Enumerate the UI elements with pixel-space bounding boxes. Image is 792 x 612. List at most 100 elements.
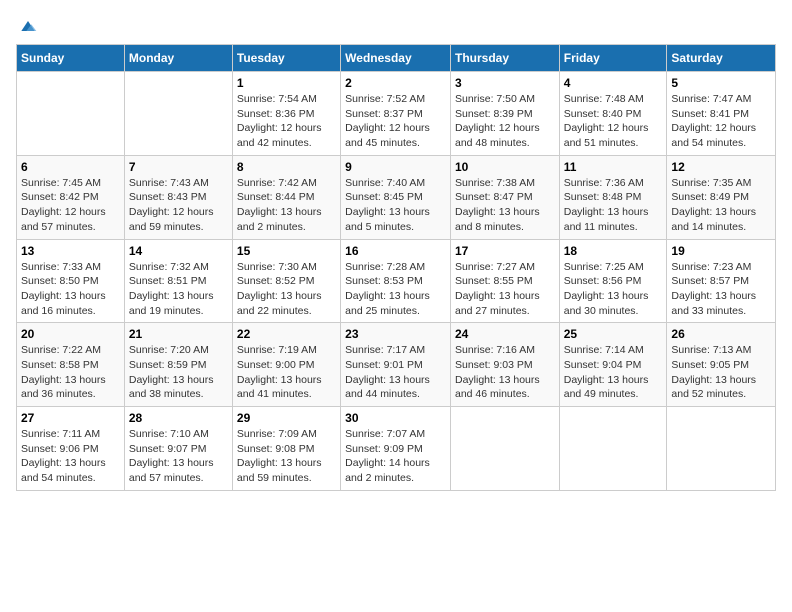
day-number: 29 — [237, 411, 336, 425]
calendar-cell: 9 Sunrise: 7:40 AMSunset: 8:45 PMDaylight… — [341, 155, 451, 239]
day-info: Sunrise: 7:32 AMSunset: 8:51 PMDaylight:… — [129, 260, 228, 319]
day-header-monday: Monday — [124, 45, 232, 72]
day-number: 13 — [21, 244, 120, 258]
day-number: 5 — [671, 76, 771, 90]
day-number: 12 — [671, 160, 771, 174]
day-header-thursday: Thursday — [450, 45, 559, 72]
calendar-cell: 12 Sunrise: 7:35 AMSunset: 8:49 PMDayligh… — [667, 155, 776, 239]
calendar-cell: 4 Sunrise: 7:48 AMSunset: 8:40 PMDaylight… — [559, 72, 667, 156]
day-info: Sunrise: 7:27 AMSunset: 8:55 PMDaylight:… — [455, 260, 555, 319]
calendar-cell: 2 Sunrise: 7:52 AMSunset: 8:37 PMDaylight… — [341, 72, 451, 156]
day-number: 10 — [455, 160, 555, 174]
calendar-cell: 15Sunrise: 7:30 AMSunset: 8:52 PMDayligh… — [232, 239, 340, 323]
calendar-cell: 18Sunrise: 7:25 AMSunset: 8:56 PMDayligh… — [559, 239, 667, 323]
calendar-cell: 19 Sunrise: 7:23 AMSunset: 8:57 PMDayligh… — [667, 239, 776, 323]
calendar-cell: 16 Sunrise: 7:28 AMSunset: 8:53 PMDayligh… — [341, 239, 451, 323]
day-info: Sunrise: 7:10 AMSunset: 9:07 PMDaylight:… — [129, 427, 228, 486]
day-info: Sunrise: 7:23 AMSunset: 8:57 PMDaylight:… — [671, 260, 771, 319]
calendar-cell: 13 Sunrise: 7:33 AMSunset: 8:50 PMDayligh… — [17, 239, 125, 323]
calendar-cell — [17, 72, 125, 156]
day-number: 16 — [345, 244, 446, 258]
day-number: 26 — [671, 327, 771, 341]
day-number: 2 — [345, 76, 446, 90]
day-number: 9 — [345, 160, 446, 174]
calendar-cell: 23Sunrise: 7:17 AMSunset: 9:01 PMDayligh… — [341, 323, 451, 407]
calendar-cell: 20 Sunrise: 7:22 AMSunset: 8:58 PMDayligh… — [17, 323, 125, 407]
calendar-cell: 14 Sunrise: 7:32 AMSunset: 8:51 PMDayligh… — [124, 239, 232, 323]
day-info: Sunrise: 7:43 AMSunset: 8:43 PMDaylight:… — [129, 176, 228, 235]
day-info: Sunrise: 7:40 AMSunset: 8:45 PMDaylight:… — [345, 176, 446, 235]
calendar-body: 1 Sunrise: 7:54 AMSunset: 8:36 PMDaylight… — [17, 72, 776, 491]
calendar-table: SundayMondayTuesdayWednesdayThursdayFrid… — [16, 44, 776, 491]
day-info: Sunrise: 7:35 AMSunset: 8:49 PMDaylight:… — [671, 176, 771, 235]
calendar-cell: 22 Sunrise: 7:19 AMSunset: 9:00 PMDayligh… — [232, 323, 340, 407]
calendar-week-2: 6 Sunrise: 7:45 AMSunset: 8:42 PMDaylight… — [17, 155, 776, 239]
day-info: Sunrise: 7:28 AMSunset: 8:53 PMDaylight:… — [345, 260, 446, 319]
day-info: Sunrise: 7:45 AMSunset: 8:42 PMDaylight:… — [21, 176, 120, 235]
day-number: 4 — [564, 76, 663, 90]
day-info: Sunrise: 7:17 AMSunset: 9:01 PMDaylight:… — [345, 343, 446, 402]
day-info: Sunrise: 7:19 AMSunset: 9:00 PMDaylight:… — [237, 343, 336, 402]
day-header-saturday: Saturday — [667, 45, 776, 72]
day-info: Sunrise: 7:52 AMSunset: 8:37 PMDaylight:… — [345, 92, 446, 151]
day-info: Sunrise: 7:38 AMSunset: 8:47 PMDaylight:… — [455, 176, 555, 235]
day-header-friday: Friday — [559, 45, 667, 72]
calendar-cell: 1 Sunrise: 7:54 AMSunset: 8:36 PMDaylight… — [232, 72, 340, 156]
day-info: Sunrise: 7:36 AMSunset: 8:48 PMDaylight:… — [564, 176, 663, 235]
day-number: 22 — [237, 327, 336, 341]
day-info: Sunrise: 7:30 AMSunset: 8:52 PMDaylight:… — [237, 260, 336, 319]
day-header-sunday: Sunday — [17, 45, 125, 72]
logo-icon — [18, 16, 38, 36]
day-info: Sunrise: 7:50 AMSunset: 8:39 PMDaylight:… — [455, 92, 555, 151]
calendar-cell: 24Sunrise: 7:16 AMSunset: 9:03 PMDayligh… — [450, 323, 559, 407]
calendar-cell: 29 Sunrise: 7:09 AMSunset: 9:08 PMDayligh… — [232, 407, 340, 491]
day-info: Sunrise: 7:14 AMSunset: 9:04 PMDaylight:… — [564, 343, 663, 402]
calendar-week-1: 1 Sunrise: 7:54 AMSunset: 8:36 PMDaylight… — [17, 72, 776, 156]
calendar-cell: 30 Sunrise: 7:07 AMSunset: 9:09 PMDayligh… — [341, 407, 451, 491]
calendar-cell: 25 Sunrise: 7:14 AMSunset: 9:04 PMDayligh… — [559, 323, 667, 407]
day-info: Sunrise: 7:09 AMSunset: 9:08 PMDaylight:… — [237, 427, 336, 486]
day-number: 20 — [21, 327, 120, 341]
day-info: Sunrise: 7:33 AMSunset: 8:50 PMDaylight:… — [21, 260, 120, 319]
calendar-cell: 5 Sunrise: 7:47 AMSunset: 8:41 PMDaylight… — [667, 72, 776, 156]
calendar-cell: 27 Sunrise: 7:11 AMSunset: 9:06 PMDayligh… — [17, 407, 125, 491]
calendar-cell: 26 Sunrise: 7:13 AMSunset: 9:05 PMDayligh… — [667, 323, 776, 407]
day-info: Sunrise: 7:13 AMSunset: 9:05 PMDaylight:… — [671, 343, 771, 402]
day-number: 8 — [237, 160, 336, 174]
day-info: Sunrise: 7:42 AMSunset: 8:44 PMDaylight:… — [237, 176, 336, 235]
day-info: Sunrise: 7:22 AMSunset: 8:58 PMDaylight:… — [21, 343, 120, 402]
calendar-cell: 6 Sunrise: 7:45 AMSunset: 8:42 PMDaylight… — [17, 155, 125, 239]
day-number: 30 — [345, 411, 446, 425]
calendar-header: SundayMondayTuesdayWednesdayThursdayFrid… — [17, 45, 776, 72]
calendar-cell: 21 Sunrise: 7:20 AMSunset: 8:59 PMDayligh… — [124, 323, 232, 407]
calendar-cell: 17 Sunrise: 7:27 AMSunset: 8:55 PMDayligh… — [450, 239, 559, 323]
day-info: Sunrise: 7:07 AMSunset: 9:09 PMDaylight:… — [345, 427, 446, 486]
day-info: Sunrise: 7:47 AMSunset: 8:41 PMDaylight:… — [671, 92, 771, 151]
calendar-cell: 8 Sunrise: 7:42 AMSunset: 8:44 PMDaylight… — [232, 155, 340, 239]
calendar-cell — [667, 407, 776, 491]
day-header-wednesday: Wednesday — [341, 45, 451, 72]
day-info: Sunrise: 7:48 AMSunset: 8:40 PMDaylight:… — [564, 92, 663, 151]
day-number: 27 — [21, 411, 120, 425]
day-number: 14 — [129, 244, 228, 258]
calendar-cell: 3 Sunrise: 7:50 AMSunset: 8:39 PMDaylight… — [450, 72, 559, 156]
day-info: Sunrise: 7:54 AMSunset: 8:36 PMDaylight:… — [237, 92, 336, 151]
day-number: 1 — [237, 76, 336, 90]
day-info: Sunrise: 7:16 AMSunset: 9:03 PMDaylight:… — [455, 343, 555, 402]
day-info: Sunrise: 7:20 AMSunset: 8:59 PMDaylight:… — [129, 343, 228, 402]
day-number: 25 — [564, 327, 663, 341]
day-number: 6 — [21, 160, 120, 174]
calendar-cell: 7 Sunrise: 7:43 AMSunset: 8:43 PMDaylight… — [124, 155, 232, 239]
day-number: 28 — [129, 411, 228, 425]
logo — [16, 16, 38, 36]
day-number: 19 — [671, 244, 771, 258]
day-number: 7 — [129, 160, 228, 174]
day-number: 21 — [129, 327, 228, 341]
calendar-cell: 10 Sunrise: 7:38 AMSunset: 8:47 PMDayligh… — [450, 155, 559, 239]
day-info: Sunrise: 7:11 AMSunset: 9:06 PMDaylight:… — [21, 427, 120, 486]
calendar-cell — [450, 407, 559, 491]
day-number: 3 — [455, 76, 555, 90]
day-number: 17 — [455, 244, 555, 258]
calendar-week-5: 27 Sunrise: 7:11 AMSunset: 9:06 PMDayligh… — [17, 407, 776, 491]
calendar-week-4: 20 Sunrise: 7:22 AMSunset: 8:58 PMDayligh… — [17, 323, 776, 407]
